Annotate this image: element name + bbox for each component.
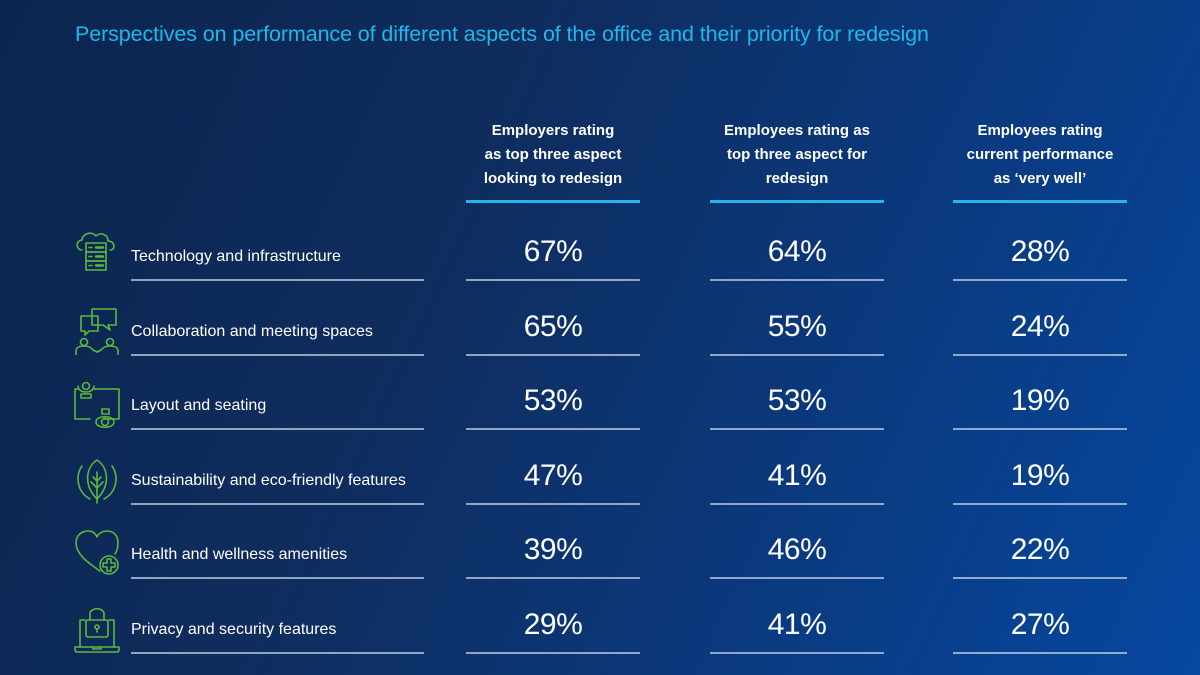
- cell-value: 46%: [767, 533, 827, 566]
- row-label: Layout and seating: [131, 397, 267, 414]
- cell-divider: [710, 353, 884, 356]
- cell-value: 22%: [1010, 533, 1070, 566]
- column-header-underline: [710, 200, 884, 203]
- cell-divider: [466, 577, 640, 579]
- cell-divider: [466, 651, 640, 654]
- cell-value: 64%: [767, 235, 827, 268]
- cell-value: 27%: [1010, 607, 1070, 641]
- header-line: as top three aspect: [484, 146, 622, 163]
- table-row: Health and wellness amenities 39% 46% 22%: [0, 523, 1200, 598]
- cell-value: 24%: [1010, 309, 1070, 343]
- row-divider: [131, 428, 424, 430]
- cell-value: 39%: [523, 533, 583, 566]
- header-line: looking to redesign: [483, 170, 623, 187]
- page-title: Perspectives on performance of different…: [75, 22, 929, 46]
- header-line: redesign: [765, 170, 829, 187]
- cell-divider: [953, 502, 1127, 505]
- header-line: Employees rating as: [724, 122, 870, 139]
- leaf-icon: [72, 454, 122, 504]
- row-divider: [131, 577, 424, 579]
- header-line: top three aspect for: [726, 146, 868, 163]
- row-divider: [131, 279, 424, 281]
- row-label: Sustainability and eco-friendly features: [131, 471, 406, 489]
- cell-divider: [953, 428, 1127, 430]
- cell-divider: [953, 577, 1127, 579]
- cell-value: 41%: [767, 607, 827, 641]
- cell-value: 55%: [767, 309, 827, 343]
- cell-divider: [710, 502, 884, 505]
- cell-value: 53%: [767, 384, 827, 417]
- cell-value: 41%: [767, 458, 827, 492]
- cell-divider: [466, 502, 640, 505]
- row-label: Technology and infrastructure: [131, 248, 341, 265]
- laptop-lock-icon: [72, 603, 122, 653]
- header-line: Employers rating: [491, 122, 615, 139]
- cell-divider: [466, 279, 640, 281]
- cell-divider: [710, 651, 884, 654]
- header-line: current performance: [966, 146, 1114, 163]
- row-divider: [131, 651, 424, 654]
- column-header-employers-redesign: Employers rating as top three aspect loo…: [466, 119, 640, 191]
- table-row: Privacy and security features 29% 41% 27%: [0, 598, 1200, 673]
- chat-people-icon: [72, 305, 122, 356]
- cell-divider: [953, 651, 1127, 654]
- cell-divider: [953, 279, 1127, 281]
- cell-value: 53%: [523, 384, 583, 417]
- cell-value: 65%: [523, 309, 583, 343]
- row-label: Health and wellness amenities: [131, 546, 348, 563]
- column-header-underline: [466, 200, 640, 203]
- row-divider: [131, 353, 424, 356]
- cell-value: 47%: [523, 458, 583, 492]
- header-line: as ‘very well’: [993, 170, 1087, 187]
- row-label: Privacy and security features: [131, 620, 337, 638]
- desk-seating-icon: [72, 379, 122, 429]
- table-row: Collaboration and meeting spaces 65% 55% 24…: [0, 300, 1200, 375]
- cell-value: 19%: [1010, 384, 1070, 417]
- cell-value: 67%: [523, 235, 583, 268]
- cell-divider: [466, 428, 640, 430]
- table-row: Layout and seating 53% 53% 19%: [0, 374, 1200, 449]
- cloud-server-icon: [72, 230, 122, 280]
- cell-value: 19%: [1010, 458, 1070, 492]
- column-header-employees-redesign: Employees rating as top three aspect for…: [710, 119, 884, 191]
- cell-value: 29%: [523, 607, 583, 641]
- header-line: Employees rating: [977, 122, 1103, 139]
- cell-divider: [710, 577, 884, 579]
- cell-divider: [710, 279, 884, 281]
- heart-plus-icon: [72, 528, 122, 578]
- column-header-employees-performance: Employees rating current performance as …: [953, 119, 1127, 191]
- cell-divider: [953, 353, 1127, 356]
- table-row: Technology and infrastructure 67% 64% 28%: [0, 225, 1200, 300]
- column-header-underline: [953, 200, 1127, 203]
- cell-divider: [710, 428, 884, 430]
- row-label: Collaboration and meeting spaces: [131, 322, 373, 340]
- table-row: Sustainability and eco-friendly features…: [0, 449, 1200, 524]
- row-divider: [131, 502, 424, 505]
- cell-divider: [466, 353, 640, 356]
- cell-value: 28%: [1010, 235, 1070, 268]
